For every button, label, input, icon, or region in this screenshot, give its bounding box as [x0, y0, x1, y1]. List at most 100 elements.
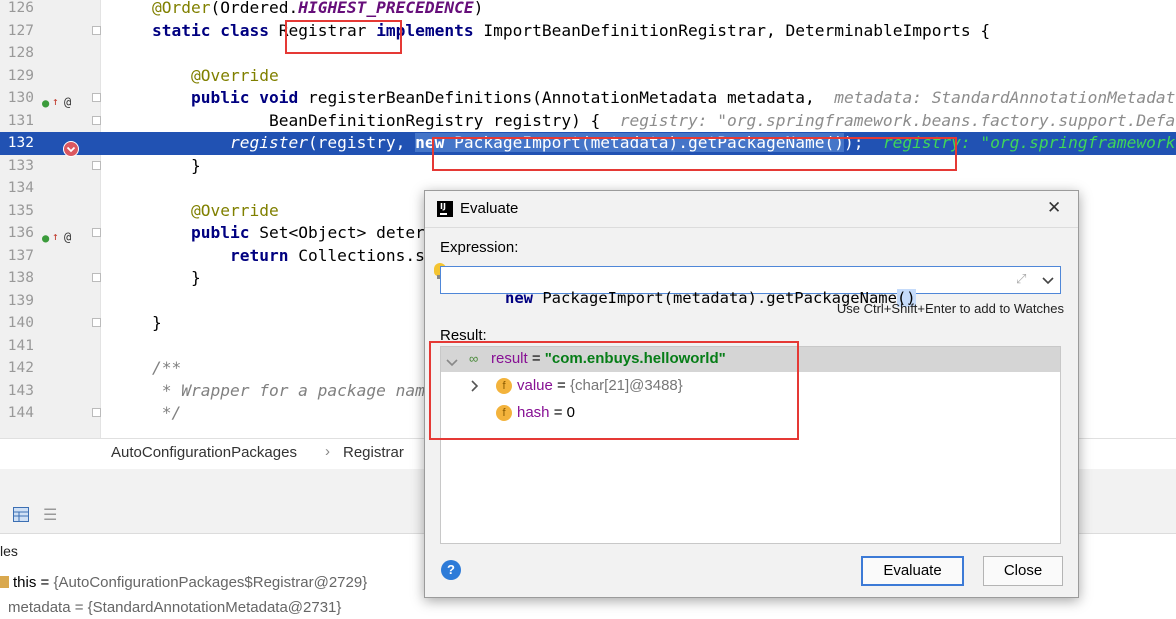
- variable-icon: [0, 576, 9, 588]
- line-number[interactable]: 128: [0, 42, 34, 65]
- expand-icon[interactable]: ⤢: [1016, 271, 1026, 287]
- line-number[interactable]: 139: [0, 290, 34, 313]
- code-token: /**: [152, 358, 182, 377]
- fold-marker-icon[interactable]: [92, 318, 101, 327]
- fold-marker-icon[interactable]: [92, 160, 101, 170]
- code-token: */: [152, 403, 182, 422]
- line-number[interactable]: 138: [0, 267, 34, 290]
- code-token: BeanDefinitionRegistry registry) {: [152, 110, 620, 130]
- table-view-icon[interactable]: [13, 507, 29, 522]
- code-text[interactable]: public void registerBeanDefinitions(Anno…: [152, 87, 1176, 110]
- line-number[interactable]: 141: [0, 335, 34, 358]
- expression-highlight: [432, 137, 957, 171]
- expression-label: Expression:: [440, 239, 519, 256]
- line-number[interactable]: 131: [0, 110, 34, 133]
- line-number[interactable]: 136: [0, 222, 34, 245]
- variable-row[interactable]: this = {AutoConfigurationPackages$Regist…: [0, 574, 367, 594]
- line-number[interactable]: 132: [0, 132, 34, 155]
- code-line[interactable]: 126 @Order(Ordered.HIGHEST_PRECEDENCE): [0, 0, 1176, 20]
- code-text[interactable]: @Override: [152, 200, 279, 223]
- dialog-title: Evaluate: [460, 200, 519, 217]
- code-text[interactable]: }: [152, 267, 201, 290]
- code-token: public: [190, 88, 260, 107]
- code-token: registry: "org.springframework.beans.fac…: [619, 110, 1176, 130]
- code-token: @Order: [152, 0, 211, 17]
- fold-marker-icon[interactable]: [92, 408, 101, 417]
- code-line[interactable]: 129 @Override: [0, 65, 1176, 88]
- line-number[interactable]: 133: [0, 155, 34, 178]
- code-text[interactable]: BeanDefinitionRegistry registry) { regis…: [152, 110, 1176, 133]
- code-line[interactable]: 130 public void registerBeanDefinitions(…: [0, 87, 1176, 110]
- code-token: }: [152, 155, 201, 175]
- breadcrumb-item[interactable]: Registrar: [343, 444, 404, 461]
- code-text[interactable]: /**: [152, 357, 181, 380]
- line-number[interactable]: 126: [0, 0, 34, 20]
- line-number[interactable]: 140: [0, 312, 34, 335]
- code-token: ): [473, 0, 484, 17]
- line-number[interactable]: 144: [0, 402, 34, 425]
- code-line[interactable]: 131 BeanDefinitionRegistry registry) { r…: [0, 110, 1176, 133]
- code-token: metadata: StandardAnnotationMetadata@273…: [834, 88, 1176, 107]
- implements-icon[interactable]: ●: [42, 96, 49, 110]
- variable-row[interactable]: metadata = {StandardAnnotationMetadata@2…: [8, 599, 341, 619]
- line-number[interactable]: 134: [0, 177, 34, 200]
- code-token: (registry,: [307, 133, 416, 152]
- history-dropdown-icon[interactable]: [1042, 273, 1054, 291]
- code-text[interactable]: }: [152, 312, 162, 335]
- code-token: @Override: [190, 65, 279, 85]
- close-button[interactable]: Close: [983, 556, 1063, 586]
- expression-input[interactable]: new PackageImport(metadata).getPackageNa…: [440, 266, 1061, 307]
- code-token: HIGHEST_PRECEDENCE: [298, 0, 474, 17]
- implements-icon[interactable]: ●: [42, 231, 49, 245]
- close-icon[interactable]: ✕: [1047, 198, 1061, 218]
- code-text[interactable]: @Override: [152, 65, 279, 88]
- variables-title: les: [0, 543, 18, 559]
- code-text[interactable]: static class Registrar implements Import…: [152, 20, 990, 43]
- override-up-arrow-icon[interactable]: ↑: [52, 230, 59, 244]
- evaluate-button[interactable]: Evaluate: [861, 556, 964, 586]
- code-line[interactable]: 127 static class Registrar implements Imp…: [0, 20, 1176, 43]
- fold-marker-icon[interactable]: [92, 25, 101, 35]
- at-override-icon[interactable]: @: [64, 95, 71, 109]
- line-number[interactable]: 130: [0, 87, 34, 110]
- line-number[interactable]: 135: [0, 200, 34, 223]
- code-token: }: [152, 313, 162, 332]
- variable-name: this: [13, 574, 37, 591]
- result-highlight: [429, 341, 799, 440]
- watches-hint: Use Ctrl+Shift+Enter to add to Watches: [836, 301, 1064, 316]
- code-text[interactable]: }: [152, 155, 201, 178]
- dialog-title-bar[interactable]: IJ Evaluate ✕: [425, 191, 1078, 228]
- help-icon[interactable]: ?: [441, 560, 461, 580]
- line-number[interactable]: 137: [0, 245, 34, 268]
- fold-marker-icon[interactable]: [92, 93, 101, 102]
- code-line[interactable]: 128: [0, 42, 1176, 65]
- expression-keyword: new: [505, 289, 533, 307]
- evaluate-dialog: IJ Evaluate ✕ Expression: new PackageImp…: [424, 190, 1079, 598]
- code-token: class: [220, 20, 279, 40]
- line-number[interactable]: 142: [0, 357, 34, 380]
- line-number[interactable]: 129: [0, 65, 34, 88]
- fold-marker-icon[interactable]: [92, 115, 101, 125]
- code-token: return: [229, 245, 299, 265]
- breadcrumb-item[interactable]: AutoConfigurationPackages: [111, 444, 297, 461]
- code-text[interactable]: * Wrapper for a package name.: [152, 380, 445, 403]
- line-number[interactable]: 143: [0, 380, 34, 403]
- layout-settings-icon[interactable]: ☰: [43, 505, 57, 525]
- fold-marker-icon[interactable]: [92, 228, 101, 237]
- code-text[interactable]: */: [152, 402, 182, 425]
- code-text[interactable]: @Order(Ordered.HIGHEST_PRECEDENCE): [152, 0, 483, 20]
- code-token: (Ordered.: [210, 0, 299, 17]
- line-number[interactable]: 127: [0, 20, 34, 43]
- breakpoint-icon[interactable]: [63, 141, 79, 157]
- code-token: ImportBeanDefinitionRegistrar, Determina…: [483, 20, 991, 40]
- fold-marker-icon[interactable]: [92, 273, 101, 282]
- code-token: @Override: [190, 200, 279, 220]
- code-token: public: [190, 223, 260, 242]
- override-up-arrow-icon[interactable]: ↑: [52, 95, 59, 109]
- at-override-icon[interactable]: @: [64, 230, 71, 244]
